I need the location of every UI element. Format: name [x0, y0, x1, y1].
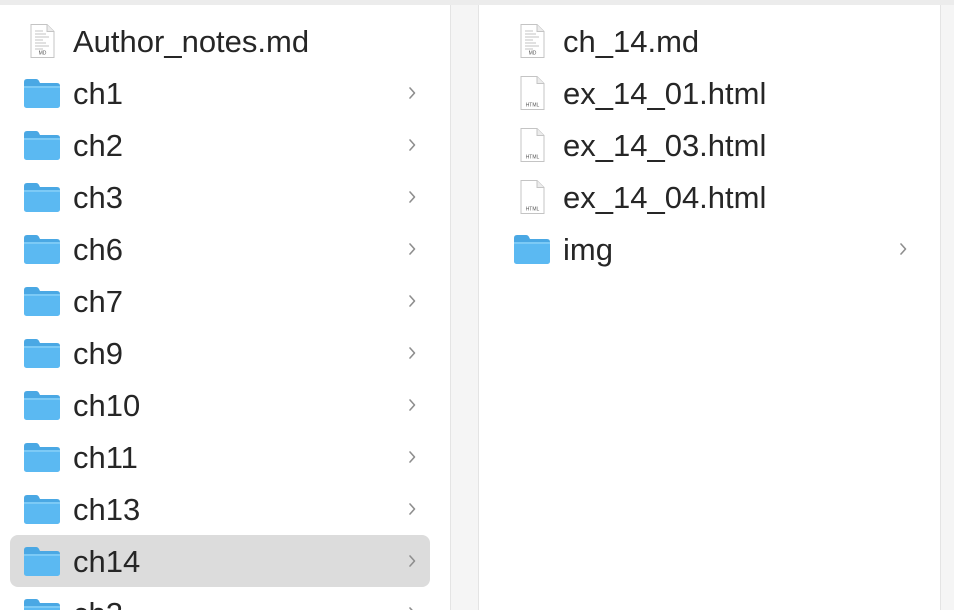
chevron-right-icon[interactable]: [406, 395, 418, 415]
item-label: ex_14_01.html: [563, 76, 767, 111]
chevron-right-icon[interactable]: [406, 187, 418, 207]
folder-icon: [22, 544, 62, 578]
svg-text:HTML: HTML: [526, 103, 540, 109]
column-2[interactable]: MD ch_14.md HTML ex_14_01.html HTML ex_14_03.…: [479, 5, 940, 610]
file-item-author-notes-md[interactable]: MD Author_notes.md: [0, 15, 450, 67]
column-divider[interactable]: [450, 5, 479, 610]
column-divider[interactable]: [940, 5, 954, 610]
item-label: ch14: [73, 544, 141, 579]
chevron-right-icon[interactable]: [406, 239, 418, 259]
folder-icon: [22, 596, 62, 610]
folder-icon: [22, 440, 62, 474]
file-list: MD ch_14.md HTML ex_14_01.html HTML ex_14_03.…: [479, 15, 940, 275]
markdown-file-icon: MD: [512, 24, 552, 58]
item-label: Author_notes.md: [73, 24, 310, 59]
item-label: ch2: [73, 128, 123, 163]
chevron-right-icon[interactable]: [406, 343, 418, 363]
file-item-ex-14-03-html[interactable]: HTML ex_14_03.html: [479, 119, 940, 171]
folder-item-ch1[interactable]: ch1: [0, 67, 450, 119]
svg-text:MD: MD: [529, 51, 537, 57]
item-label: ch9: [73, 336, 123, 371]
item-label: ch3: [73, 180, 123, 215]
item-label: ex_14_03.html: [563, 128, 767, 163]
folder-item-ch3[interactable]: ch3: [0, 171, 450, 223]
chevron-right-icon[interactable]: [406, 603, 418, 610]
item-label: ch6: [73, 232, 123, 267]
folder-icon: [22, 76, 62, 110]
folder-item-img[interactable]: img: [479, 223, 940, 275]
item-label: img: [563, 232, 613, 267]
file-item-ex-14-01-html[interactable]: HTML ex_14_01.html: [479, 67, 940, 119]
chevron-right-icon[interactable]: [406, 447, 418, 467]
folder-item-ch11[interactable]: ch11: [0, 431, 450, 483]
svg-text:MD: MD: [39, 51, 47, 57]
markdown-file-icon: MD: [22, 24, 62, 58]
item-label: ch2: [73, 597, 123, 610]
chevron-right-icon[interactable]: [406, 551, 418, 571]
folder-icon: [22, 336, 62, 370]
item-label: ch_14.md: [563, 24, 700, 59]
folder-item-ch10[interactable]: ch10: [0, 379, 450, 431]
item-label: ch13: [73, 492, 141, 527]
chevron-right-icon[interactable]: [406, 499, 418, 519]
folder-icon: [22, 128, 62, 162]
html-file-icon: HTML: [512, 76, 552, 110]
file-list: MD Author_notes.md ch1 ch2 ch3 ch6 ch7 ch9 ch10 c…: [0, 15, 450, 610]
item-label: ch1: [73, 76, 123, 111]
column-1[interactable]: MD Author_notes.md ch1 ch2 ch3 ch6 ch7 ch9 ch10 c…: [0, 5, 450, 610]
item-label: ch7: [73, 284, 123, 319]
folder-item-ch6[interactable]: ch6: [0, 223, 450, 275]
folder-item-ch7[interactable]: ch7: [0, 275, 450, 327]
chevron-right-icon[interactable]: [897, 239, 909, 259]
file-item-ex-14-04-html[interactable]: HTML ex_14_04.html: [479, 171, 940, 223]
folder-icon: [22, 180, 62, 214]
folder-icon: [22, 284, 62, 318]
folder-item-ch2[interactable]: ch2: [0, 587, 450, 610]
folder-item-ch13[interactable]: ch13: [0, 483, 450, 535]
folder-item-ch9[interactable]: ch9: [0, 327, 450, 379]
item-label: ch11: [73, 440, 138, 475]
folder-icon: [22, 388, 62, 422]
folder-icon: [512, 232, 552, 266]
folder-item-ch14[interactable]: ch14: [0, 535, 450, 587]
chevron-right-icon[interactable]: [406, 135, 418, 155]
item-label: ex_14_04.html: [563, 180, 767, 215]
html-file-icon: HTML: [512, 180, 552, 214]
folder-icon: [22, 232, 62, 266]
html-file-icon: HTML: [512, 128, 552, 162]
item-label: ch10: [73, 388, 141, 423]
chevron-right-icon[interactable]: [406, 83, 418, 103]
svg-text:HTML: HTML: [526, 207, 540, 213]
folder-item-ch2[interactable]: ch2: [0, 119, 450, 171]
chevron-right-icon[interactable]: [406, 291, 418, 311]
svg-text:HTML: HTML: [526, 155, 540, 161]
file-item-ch-14-md[interactable]: MD ch_14.md: [479, 15, 940, 67]
folder-icon: [22, 492, 62, 526]
